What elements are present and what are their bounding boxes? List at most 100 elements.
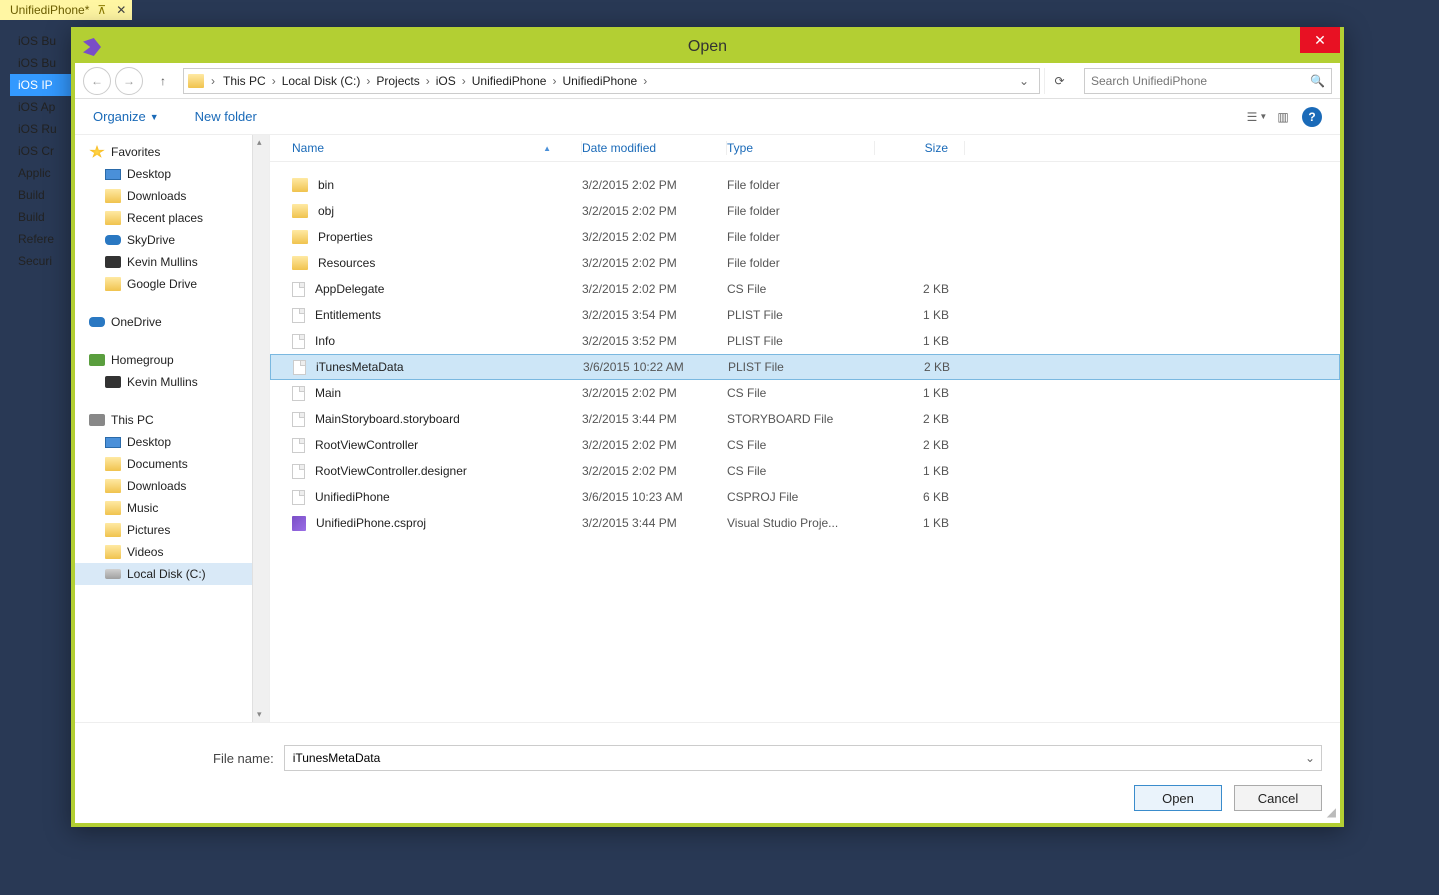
folder-icon bbox=[105, 211, 121, 225]
tab-label: UnifiediPhone* bbox=[10, 3, 89, 17]
search-box[interactable]: 🔍 bbox=[1084, 68, 1332, 94]
breadcrumb-segment[interactable]: Projects bbox=[373, 74, 422, 88]
organize-button[interactable]: Organize ▼ bbox=[93, 109, 159, 124]
file-date: 3/2/2015 2:02 PM bbox=[582, 438, 727, 452]
tree-item-label: OneDrive bbox=[111, 315, 162, 329]
forward-button[interactable]: → bbox=[115, 67, 143, 95]
file-row[interactable]: iTunesMetaData3/6/2015 10:22 AMPLIST Fil… bbox=[270, 354, 1340, 380]
chevron-right-icon[interactable]: › bbox=[640, 74, 650, 88]
close-icon[interactable]: ✕ bbox=[116, 3, 126, 17]
chevron-down-icon[interactable]: ⌄ bbox=[1305, 751, 1315, 765]
column-date[interactable]: Date modified bbox=[582, 141, 727, 155]
close-button[interactable]: ✕ bbox=[1300, 27, 1340, 53]
tree-item[interactable]: Music bbox=[75, 497, 269, 519]
pin-icon[interactable]: ⊼ bbox=[97, 3, 106, 17]
column-type[interactable]: Type bbox=[727, 141, 875, 155]
refresh-button[interactable]: ⟳ bbox=[1044, 68, 1074, 94]
breadcrumb-segment[interactable]: iOS bbox=[433, 74, 459, 88]
file-row[interactable]: Entitlements3/2/2015 3:54 PMPLIST File1 … bbox=[270, 302, 1340, 328]
resize-grip[interactable]: ◢ bbox=[1327, 805, 1336, 819]
folder-icon bbox=[292, 178, 308, 192]
tree-item[interactable]: Favorites bbox=[75, 141, 269, 163]
cloud-icon bbox=[105, 235, 121, 245]
help-button[interactable]: ? bbox=[1302, 107, 1322, 127]
scrollbar[interactable] bbox=[252, 135, 269, 722]
file-date: 3/2/2015 2:02 PM bbox=[582, 386, 727, 400]
file-row[interactable]: UnifiediPhone.csproj3/2/2015 3:44 PMVisu… bbox=[270, 510, 1340, 536]
tree-item[interactable]: Downloads bbox=[75, 475, 269, 497]
open-button[interactable]: Open bbox=[1134, 785, 1222, 811]
file-date: 3/2/2015 2:02 PM bbox=[582, 282, 727, 296]
tree-item[interactable]: Documents bbox=[75, 453, 269, 475]
tree-item[interactable]: Desktop bbox=[75, 163, 269, 185]
file-row[interactable]: bin3/2/2015 2:02 PMFile folder bbox=[270, 172, 1340, 198]
tree-item[interactable]: Videos bbox=[75, 541, 269, 563]
file-size: 2 KB bbox=[875, 438, 965, 452]
file-row[interactable]: RootViewController3/2/2015 2:02 PMCS Fil… bbox=[270, 432, 1340, 458]
column-name[interactable]: Name ▲ bbox=[270, 141, 582, 155]
breadcrumb-segment[interactable]: UnifiediPhone bbox=[469, 74, 550, 88]
tree-item[interactable]: SkyDrive bbox=[75, 229, 269, 251]
preview-pane-button[interactable]: ▥ bbox=[1270, 104, 1296, 130]
tree-item[interactable]: Downloads bbox=[75, 185, 269, 207]
view-button[interactable]: ☰ ▼ bbox=[1244, 104, 1270, 130]
search-input[interactable] bbox=[1091, 74, 1310, 88]
file-type: CS File bbox=[727, 438, 875, 452]
tree-item-label: Homegroup bbox=[111, 353, 174, 367]
folder-icon bbox=[105, 479, 121, 493]
file-row[interactable]: UnifiediPhone3/6/2015 10:23 AMCSPROJ Fil… bbox=[270, 484, 1340, 510]
up-button[interactable]: ↑ bbox=[153, 67, 173, 95]
file-row[interactable]: RootViewController.designer3/2/2015 2:02… bbox=[270, 458, 1340, 484]
chevron-right-icon[interactable]: › bbox=[423, 74, 433, 88]
file-row[interactable]: Resources3/2/2015 2:02 PMFile folder bbox=[270, 250, 1340, 276]
file-icon bbox=[292, 490, 305, 505]
chevron-right-icon[interactable]: › bbox=[208, 74, 218, 88]
breadcrumb-segment[interactable]: This PC bbox=[220, 74, 269, 88]
tree-item[interactable]: Recent places bbox=[75, 207, 269, 229]
file-icon bbox=[293, 360, 306, 375]
breadcrumb-segment[interactable]: Local Disk (C:) bbox=[279, 74, 364, 88]
tree-item[interactable]: Kevin Mullins bbox=[75, 371, 269, 393]
column-size[interactable]: Size bbox=[875, 141, 965, 155]
tree-item[interactable]: Desktop bbox=[75, 431, 269, 453]
tree-item[interactable]: Homegroup bbox=[75, 349, 269, 371]
tree-item[interactable]: Local Disk (C:) bbox=[75, 563, 269, 585]
file-row[interactable]: MainStoryboard.storyboard3/2/2015 3:44 P… bbox=[270, 406, 1340, 432]
file-row[interactable]: obj3/2/2015 2:02 PMFile folder bbox=[270, 198, 1340, 224]
file-type: Visual Studio Proje... bbox=[727, 516, 875, 530]
tree-item[interactable]: Kevin Mullins bbox=[75, 251, 269, 273]
tree-item-label: Desktop bbox=[127, 167, 171, 181]
file-date: 3/2/2015 3:54 PM bbox=[582, 308, 727, 322]
star-icon bbox=[89, 145, 105, 159]
filename-combo[interactable]: iTunesMetaData ⌄ bbox=[284, 745, 1322, 771]
chevron-right-icon[interactable]: › bbox=[269, 74, 279, 88]
folder-icon bbox=[105, 501, 121, 515]
cancel-button[interactable]: Cancel bbox=[1234, 785, 1322, 811]
chevron-right-icon[interactable]: › bbox=[459, 74, 469, 88]
file-row[interactable]: Main3/2/2015 2:02 PMCS File1 KB bbox=[270, 380, 1340, 406]
breadcrumb[interactable]: › This PC›Local Disk (C:)›Projects›iOS›U… bbox=[183, 68, 1040, 94]
file-icon bbox=[292, 282, 305, 297]
chevron-right-icon[interactable]: › bbox=[363, 74, 373, 88]
file-type: File folder bbox=[727, 256, 875, 270]
file-row[interactable]: Info3/2/2015 3:52 PMPLIST File1 KB bbox=[270, 328, 1340, 354]
file-row[interactable]: AppDelegate3/2/2015 2:02 PMCS File2 KB bbox=[270, 276, 1340, 302]
file-row[interactable]: Properties3/2/2015 2:02 PMFile folder bbox=[270, 224, 1340, 250]
file-name: MainStoryboard.storyboard bbox=[315, 412, 460, 426]
breadcrumb-segment[interactable]: UnifiediPhone bbox=[559, 74, 640, 88]
file-type: File folder bbox=[727, 204, 875, 218]
tree-item-label: Videos bbox=[127, 545, 163, 559]
nav-bar: ← → ↑ › This PC›Local Disk (C:)›Projects… bbox=[75, 63, 1340, 99]
tree-item-label: Desktop bbox=[127, 435, 171, 449]
tree-item[interactable]: Pictures bbox=[75, 519, 269, 541]
tree-item[interactable]: Google Drive bbox=[75, 273, 269, 295]
tree-item[interactable]: This PC bbox=[75, 409, 269, 431]
chevron-down-icon[interactable]: ⌄ bbox=[1013, 74, 1035, 88]
nav-tree: FavoritesDesktopDownloadsRecent placesSk… bbox=[75, 135, 270, 722]
chevron-right-icon[interactable]: › bbox=[549, 74, 559, 88]
back-button[interactable]: ← bbox=[83, 67, 111, 95]
tree-item[interactable]: OneDrive bbox=[75, 311, 269, 333]
tree-item-label: Documents bbox=[127, 457, 188, 471]
new-folder-button[interactable]: New folder bbox=[195, 109, 257, 124]
document-tab[interactable]: UnifiediPhone* ⊼ ✕ bbox=[0, 0, 132, 20]
